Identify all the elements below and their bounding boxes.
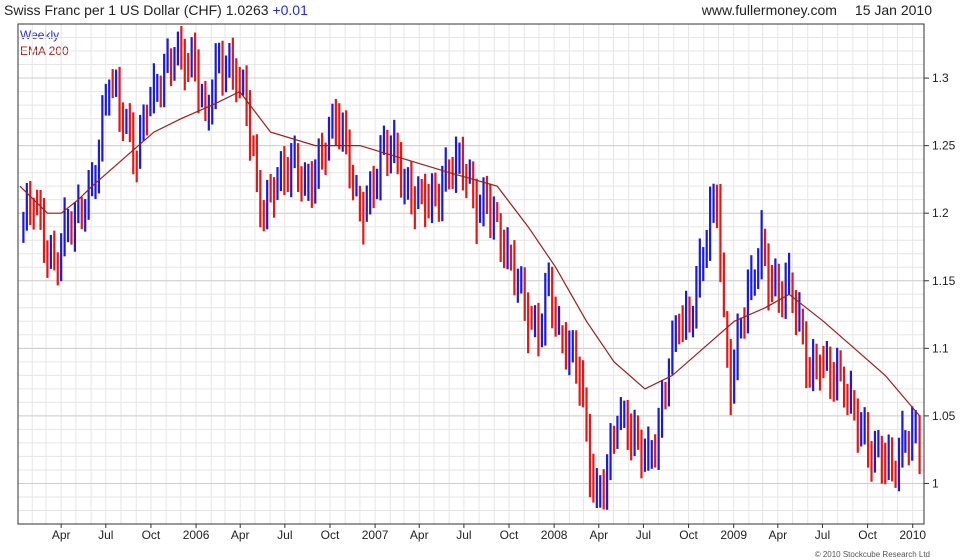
x-tick-label: Apr: [52, 528, 71, 542]
x-tick-label: Apr: [231, 528, 250, 542]
copyright: © 2010 Stockcube Research Ltd: [814, 550, 930, 559]
x-tick-label: Apr: [410, 528, 429, 542]
x-tick-label: Oct: [321, 528, 340, 542]
x-tick-label: Oct: [679, 528, 698, 542]
x-tick-label: 2007: [362, 528, 389, 542]
y-tick-label: 1: [932, 476, 939, 490]
x-tick-label: Jul: [98, 528, 113, 542]
y-tick-label: 1.3: [932, 71, 949, 85]
x-tick-label: Jul: [815, 528, 830, 542]
plot-area: 1 1.05 1.1 1.15 1.2 1.25 1.3 Apr Jul Oct 2006 Apr Ju…: [17, 23, 956, 542]
y-tick-label: 1.25: [932, 139, 956, 153]
y-tick-label: 1.1: [932, 341, 949, 355]
x-tick-label: Jul: [456, 528, 471, 542]
chart: Swiss Franc per 1 US Dollar (CHF) 1.0263…: [0, 0, 980, 560]
x-tick-label: Jul: [636, 528, 651, 542]
x-tick-label: Apr: [768, 528, 787, 542]
x-tick-label: Apr: [589, 528, 608, 542]
x-tick-label: Oct: [142, 528, 161, 542]
x-tick-label: 2008: [541, 528, 568, 542]
x-tick-label: 2009: [720, 528, 747, 542]
x-tick-label: 2010: [899, 528, 926, 542]
x-tick-label: Jul: [277, 528, 292, 542]
x-tick-label: Oct: [500, 528, 519, 542]
x-tick-label: 2006: [183, 528, 210, 542]
y-tick-label: 1.15: [932, 274, 956, 288]
y-tick-label: 1.2: [932, 206, 949, 220]
x-tick-label: Oct: [858, 528, 877, 542]
y-tick-label: 1.05: [932, 409, 956, 423]
